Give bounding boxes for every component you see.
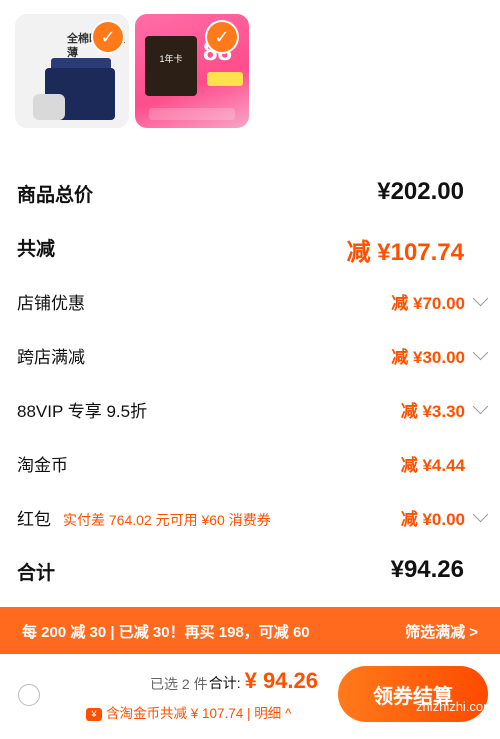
discount-label: 88VIP 专享 9.5折	[17, 402, 148, 421]
redpacket-label-group: 红包 实付差 764.02 元可用 ¥60 消费券	[17, 505, 271, 530]
card-graphic: 1年卡	[145, 36, 197, 96]
coin-icon: ¥	[86, 707, 102, 721]
footer-total: 合计: ¥ 94.26	[209, 668, 318, 694]
promo-tag	[207, 72, 243, 86]
selected-products: 全棉时代 柔薄 ✓ 1年卡 88 ✓	[0, 0, 500, 140]
check-icon[interactable]: ✓	[207, 22, 237, 52]
sum-row: 合计 ¥94.26	[0, 552, 500, 592]
discount-label: 淘金币	[17, 456, 68, 475]
total-discount-row: 共减 减 ¥107.74	[0, 228, 500, 268]
discount-row-coins: 淘金币 减 ¥4.44	[0, 445, 500, 485]
promo-banner-text: 每 200 减 30 | 已减 30！再买 198，可减 60	[22, 624, 310, 641]
chevron-down-icon[interactable]	[472, 344, 489, 361]
coin-discount-text: 含淘金币共减 ¥ 107.74 | 明细 ^	[106, 706, 292, 721]
total-discount-label: 共减	[17, 239, 56, 260]
product-thumbnail-vip-card[interactable]: 1年卡 88 ✓	[135, 14, 249, 128]
discount-value: 减 ¥3.30	[400, 402, 465, 421]
chevron-down-icon[interactable]	[472, 290, 489, 307]
discount-label: 红包	[17, 510, 51, 529]
discount-row-88vip[interactable]: 88VIP 专享 9.5折 减 ¥3.30	[0, 391, 500, 431]
sum-label: 合计	[17, 563, 56, 584]
total-discount-value: 减 ¥107.74	[346, 239, 464, 266]
checkout-footer: 已选 2 件 合计: ¥ 94.26 ¥ 含淘金币共减 ¥ 107.74 | 明细…	[0, 654, 500, 739]
select-all-radio[interactable]	[18, 684, 40, 706]
diaper-graphic	[33, 94, 65, 120]
promo-banner: 每 200 减 30 | 已减 30！再买 198，可减 60 筛选满减 >	[0, 607, 500, 654]
promo-bar	[149, 108, 235, 120]
product-thumbnail-diapers[interactable]: 全棉时代 柔薄 ✓	[15, 14, 129, 128]
discount-row-store[interactable]: 店铺优惠 减 ¥70.00	[0, 283, 500, 323]
discount-row-redpacket[interactable]: 红包 实付差 764.02 元可用 ¥60 消费券 减 ¥0.00	[0, 499, 500, 539]
chevron-down-icon[interactable]	[472, 506, 489, 523]
selected-count: 已选 2 件	[150, 676, 208, 692]
sum-value: ¥94.26	[390, 556, 464, 583]
card-label: 1年卡	[159, 54, 183, 64]
discount-value: 减 ¥70.00	[391, 294, 465, 313]
discount-value: 减 ¥0.00	[400, 510, 465, 529]
discount-value: 减 ¥4.44	[400, 456, 465, 475]
goods-total-value: ¥202.00	[377, 178, 464, 205]
coin-discount-detail-link[interactable]: ¥ 含淘金币共减 ¥ 107.74 | 明细 ^	[86, 702, 291, 722]
footer-total-label: 合计:	[208, 675, 241, 691]
discount-label: 跨店满减	[17, 348, 85, 367]
discount-value: 减 ¥30.00	[391, 348, 465, 367]
watermark: zhizhizhi.com	[415, 699, 494, 714]
chevron-down-icon[interactable]	[472, 398, 489, 415]
footer-total-value: ¥ 94.26	[244, 668, 318, 693]
redpacket-hint: 实付差 764.02 元可用 ¥60 消费券	[63, 512, 271, 528]
discount-label: 店铺优惠	[17, 294, 85, 313]
goods-total-row: 商品总价 ¥202.00	[0, 174, 500, 214]
check-icon[interactable]: ✓	[93, 22, 123, 52]
discount-row-cross-store[interactable]: 跨店满减 减 ¥30.00	[0, 337, 500, 377]
goods-total-label: 商品总价	[17, 185, 94, 206]
filter-full-reduction-link[interactable]: 筛选满减 >	[405, 621, 478, 642]
